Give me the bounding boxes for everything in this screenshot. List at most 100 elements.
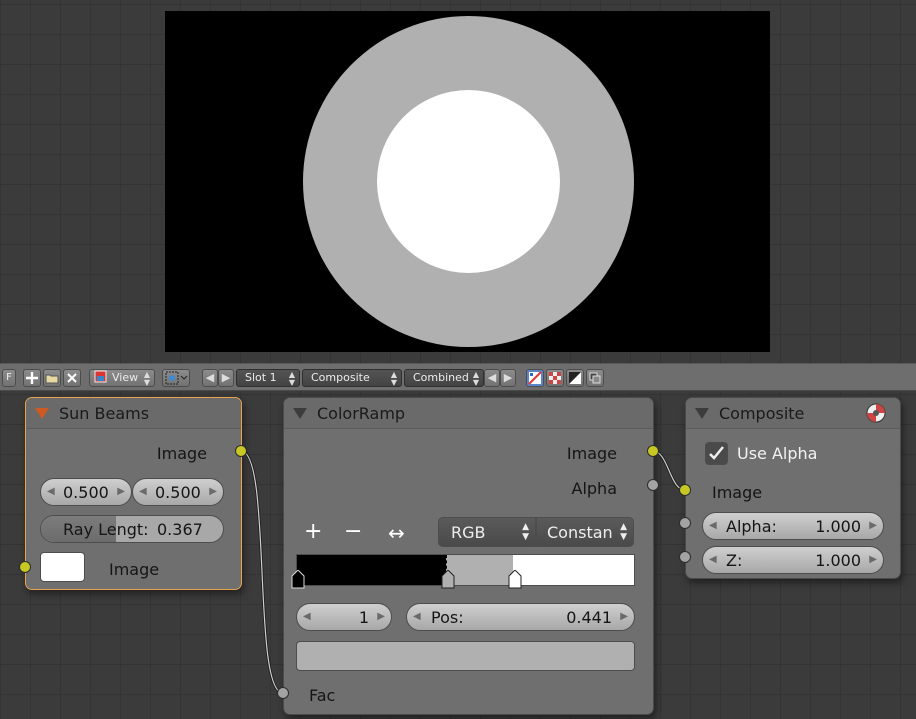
pos-value: 0.441 [566, 608, 612, 627]
prev-pass-icon[interactable]: ◀ [484, 369, 500, 387]
source-y-value: 0.500 [155, 483, 201, 502]
decrement-arrow-icon[interactable]: ◀ [303, 611, 311, 622]
decrement-arrow-icon[interactable]: ◀ [47, 486, 55, 497]
prev-icon[interactable]: ◀ [202, 369, 218, 387]
increment-arrow-icon[interactable]: ▶ [869, 554, 877, 565]
z-label: Z: [726, 551, 743, 570]
render-layer-icon [866, 403, 886, 423]
color-ramp-bar[interactable] [291, 554, 635, 589]
alpha-field[interactable]: ◀ Alpha: 1.000 ▶ [702, 512, 884, 540]
node-title: Composite [719, 404, 805, 423]
decrement-arrow-icon[interactable]: ◀ [413, 611, 421, 622]
output-image-label: Image [156, 444, 207, 463]
link-sunbeams-colorramp [240, 449, 284, 695]
updown-icon: ▲ ▼ [522, 522, 529, 542]
use-alpha-checkbox[interactable] [705, 442, 728, 465]
stop-handle-2[interactable] [507, 570, 523, 590]
source-x-field[interactable]: ◀ 0.500 ▶ [40, 478, 132, 506]
alpha-only-icon[interactable] [566, 369, 584, 387]
colorramp-image-output-socket[interactable] [647, 445, 659, 457]
slot-select[interactable]: Slot 1 ▲ ▼ [236, 369, 300, 387]
interpolation-value: Constan [547, 523, 613, 542]
color-mode-select[interactable]: RGB ▲ ▼ [438, 517, 536, 547]
next-icon[interactable]: ▶ [218, 369, 234, 387]
sun-disc [377, 90, 560, 273]
combined-label: Combined [413, 371, 469, 384]
colorramp-fac-input-socket[interactable] [277, 687, 289, 699]
ramp-segment-black [297, 555, 446, 585]
next-pass-icon[interactable]: ▶ [500, 369, 516, 387]
colorramp-alpha-output-socket[interactable] [647, 479, 659, 491]
sunbeams-output-socket[interactable] [235, 445, 247, 457]
display-mode-icon[interactable] [162, 369, 190, 387]
source-y-field[interactable]: ◀ 0.500 ▶ [132, 478, 224, 506]
decrement-arrow-icon[interactable]: ◀ [709, 520, 717, 531]
use-alpha-label: Use Alpha [737, 444, 818, 463]
sunbeams-input-socket[interactable] [19, 561, 31, 573]
z-field[interactable]: ◀ Z: 1.000 ▶ [702, 546, 884, 574]
decrement-arrow-icon[interactable]: ◀ [709, 554, 717, 565]
collapse-icon[interactable] [695, 408, 709, 419]
node-header[interactable]: Composite [686, 398, 900, 429]
updown-icon: ▲ ▼ [620, 522, 627, 542]
new-icon[interactable] [23, 369, 41, 387]
composite-select[interactable]: Composite ▲ ▼ [302, 369, 402, 387]
node-editor-header: F View ▲ ▼ ◀ ▶ Slot 1 ▲ ▼ Composite ▲ ▼ Com… [0, 363, 916, 391]
ray-length-value: 0.367 [157, 520, 203, 539]
view-menu[interactable]: View ▲ ▼ [89, 369, 155, 387]
composite-z-input-socket[interactable] [679, 551, 691, 563]
source-x-value: 0.500 [63, 483, 109, 502]
increment-arrow-icon[interactable]: ▶ [377, 611, 385, 622]
sun-beams-node[interactable]: Sun Beams Image ◀ 0.500 ▶ ◀ 0.500 ▶ Ray … [25, 397, 242, 590]
position-field[interactable]: ◀ Pos: 0.441 ▶ [406, 603, 635, 631]
image-color-swatch[interactable] [40, 552, 85, 582]
updown-icon: ▲ ▼ [390, 370, 397, 387]
zbuffer-icon[interactable] [586, 369, 604, 387]
pos-label: Pos: [431, 608, 464, 627]
stop-handle-1[interactable] [440, 570, 456, 590]
alpha-label: Alpha: [726, 517, 777, 536]
ray-length-slider[interactable]: Ray Lengt: 0.367 [40, 515, 224, 543]
flip-ramp-button[interactable]: ↔ [388, 521, 405, 545]
collapse-icon[interactable] [293, 408, 307, 419]
backdrop-image [165, 11, 770, 352]
composite-alpha-input-socket[interactable] [679, 517, 691, 529]
active-stop-field[interactable]: ◀ 1 ▶ [296, 603, 392, 631]
f-button[interactable]: F [2, 369, 16, 387]
composite-node[interactable]: Composite Use Alpha Image ◀ Alpha: 1.000… [685, 397, 901, 579]
increment-arrow-icon[interactable]: ▶ [117, 486, 125, 497]
slot-label: Slot 1 [245, 371, 277, 384]
add-stop-button[interactable]: + [304, 519, 322, 544]
decrement-arrow-icon[interactable]: ◀ [139, 486, 147, 497]
pass-select[interactable]: Combined ▲ ▼ [404, 369, 484, 387]
remove-stop-button[interactable]: − [344, 519, 362, 544]
image-editor-icon [94, 370, 107, 386]
updown-icon: ▲ ▼ [472, 370, 479, 387]
ray-length-label: Ray Lengt: [63, 520, 149, 539]
increment-arrow-icon[interactable]: ▶ [869, 520, 877, 531]
interpolation-select[interactable]: Constan ▲ ▼ [536, 517, 634, 547]
alpha-checker-icon[interactable] [546, 369, 564, 387]
composite-label: Composite [311, 371, 370, 384]
color-ramp-node[interactable]: ColorRamp Image Alpha + − ↔ RGB ▲ ▼ Const… [283, 397, 654, 715]
alpha-value: 1.000 [815, 517, 861, 536]
updown-icon: ▲ ▼ [288, 370, 295, 387]
increment-arrow-icon[interactable]: ▶ [620, 611, 628, 622]
input-image-label: Image [109, 560, 160, 579]
output-image-label: Image [566, 444, 617, 463]
composite-image-input-socket[interactable] [679, 484, 691, 496]
node-header[interactable]: ColorRamp [284, 398, 653, 429]
output-alpha-label: Alpha [571, 479, 618, 498]
stop-handle-0[interactable] [290, 570, 306, 590]
collapse-icon[interactable] [35, 408, 49, 419]
updown-icon: ▲ ▼ [143, 370, 150, 387]
draw-image-icon[interactable] [526, 369, 544, 387]
z-value: 1.000 [815, 551, 861, 570]
open-folder-icon[interactable] [43, 369, 61, 387]
view-label: View [112, 371, 139, 384]
increment-arrow-icon[interactable]: ▶ [209, 486, 217, 497]
node-header[interactable]: Sun Beams [26, 398, 241, 429]
active-stop-value: 1 [358, 608, 369, 627]
stop-color-swatch[interactable] [296, 641, 635, 671]
close-icon[interactable] [63, 369, 81, 387]
